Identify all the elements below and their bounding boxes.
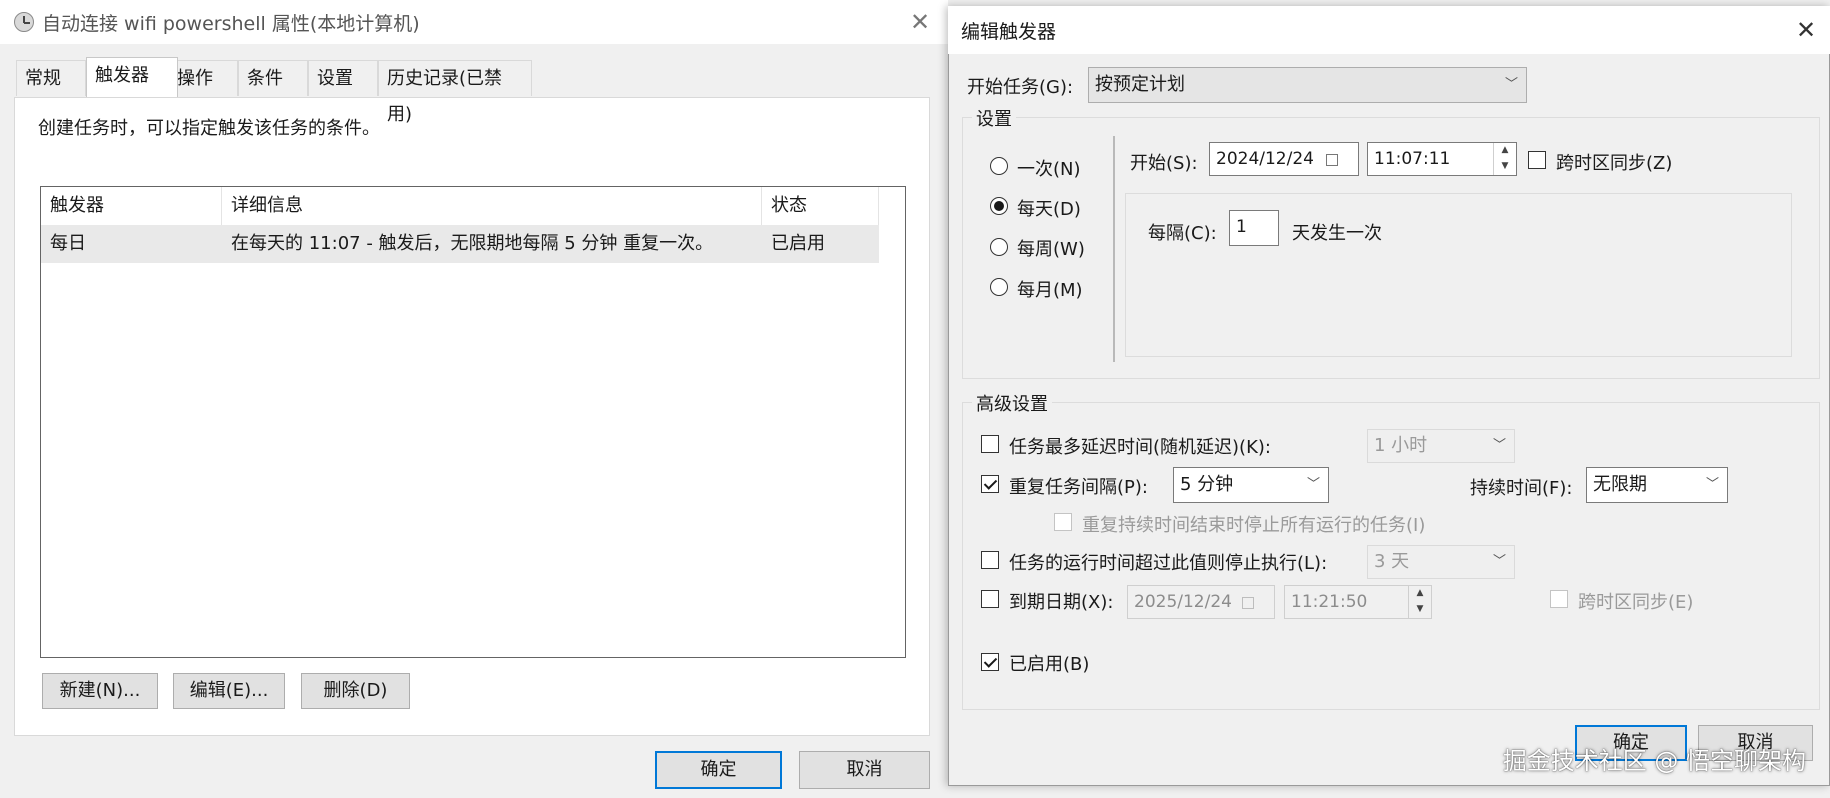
start-task-label: 开始任务(G): bbox=[967, 77, 1074, 98]
radio-once-label: 一次(N) bbox=[1017, 159, 1081, 180]
column-header-trigger[interactable]: 触发器 bbox=[41, 187, 222, 225]
duration-select[interactable]: 无限期 ﹀ bbox=[1586, 467, 1728, 503]
radio-daily[interactable] bbox=[990, 197, 1008, 215]
delay-select[interactable]: 1 小时 ﹀ bbox=[1367, 429, 1515, 463]
radio-weekly[interactable] bbox=[990, 238, 1008, 256]
column-header-status[interactable]: 状态 bbox=[762, 187, 879, 225]
column-header-details[interactable]: 详细信息 bbox=[222, 187, 762, 225]
advanced-group-title: 高级设置 bbox=[972, 390, 1052, 416]
expire-date-picker[interactable]: 2025/12/24 bbox=[1127, 585, 1275, 619]
expire-date-value: 2025/12/24 bbox=[1134, 592, 1232, 612]
edit-trigger-titlebar: 编辑触发器 ✕ bbox=[948, 6, 1830, 54]
watermark: 掘金技术社区 @ 悟空聊架构 bbox=[1502, 747, 1806, 775]
repeat-label: 重复任务间隔(P): bbox=[1009, 477, 1148, 498]
start-time-field[interactable]: 11:07:11 ▲ ▼ bbox=[1367, 142, 1517, 176]
chevron-down-icon: ﹀ bbox=[1705, 477, 1719, 492]
chevron-down-icon: ﹀ bbox=[1492, 554, 1506, 569]
sync-timezone-label: 跨时区同步(Z) bbox=[1556, 153, 1673, 174]
stop-all-label: 重复持续时间结束时停止所有运行的任务(I) bbox=[1082, 515, 1426, 536]
expire-label: 到期日期(X): bbox=[1009, 592, 1114, 613]
new-trigger-button[interactable]: 新建(N)... bbox=[42, 673, 158, 709]
cell-trigger: 每日 bbox=[50, 233, 86, 254]
stop-long-select[interactable]: 3 天 ﹀ bbox=[1367, 545, 1515, 579]
recurrence-panel bbox=[1125, 193, 1792, 357]
stop-all-checkbox[interactable] bbox=[1054, 513, 1072, 531]
expire-sync-label: 跨时区同步(E) bbox=[1578, 592, 1694, 613]
start-date-value: 2024/12/24 bbox=[1216, 149, 1314, 169]
start-label: 开始(S): bbox=[1130, 153, 1198, 174]
stop-long-value: 3 天 bbox=[1374, 551, 1410, 572]
task-properties-titlebar: 自动连接 wifi powershell 属性(本地计算机) ✕ bbox=[0, 0, 948, 44]
tab-conditions[interactable]: 条件 bbox=[238, 60, 308, 96]
repeat-checkbox[interactable] bbox=[981, 475, 999, 493]
start-task-value: 按预定计划 bbox=[1095, 74, 1185, 95]
delay-label: 任务最多延迟时间(随机延迟)(K): bbox=[1009, 437, 1271, 458]
cancel-button[interactable]: 取消 bbox=[799, 751, 930, 789]
tab-actions[interactable]: 操作 bbox=[168, 60, 238, 96]
duration-label: 持续时间(F): bbox=[1470, 478, 1573, 499]
calendar-icon[interactable] bbox=[1326, 154, 1338, 166]
tab-history[interactable]: 历史记录(已禁用) bbox=[378, 60, 532, 125]
start-date-picker[interactable]: 2024/12/24 bbox=[1209, 142, 1359, 176]
repeat-interval-value: 5 分钟 bbox=[1180, 474, 1234, 495]
edit-trigger-button[interactable]: 编辑(E)... bbox=[173, 673, 285, 709]
duration-value: 无限期 bbox=[1593, 474, 1647, 495]
enabled-label: 已启用(B) bbox=[1009, 654, 1090, 675]
chevron-down-icon: ﹀ bbox=[1492, 438, 1506, 453]
radio-monthly-label: 每月(M) bbox=[1017, 280, 1083, 301]
expire-checkbox[interactable] bbox=[981, 590, 999, 608]
expire-sync-checkbox[interactable] bbox=[1550, 590, 1568, 608]
every-days-input[interactable]: 1 bbox=[1229, 210, 1279, 246]
tab-triggers[interactable]: 触发器 bbox=[86, 57, 178, 97]
delete-trigger-button[interactable]: 删除(D) bbox=[301, 673, 410, 709]
radio-monthly[interactable] bbox=[990, 278, 1008, 296]
cell-details: 在每天的 11:07 - 触发后，无限期地每隔 5 分钟 重复一次。 bbox=[231, 233, 714, 254]
every-label: 每隔(C): bbox=[1148, 223, 1217, 244]
radio-once[interactable] bbox=[990, 157, 1008, 175]
chevron-down-icon: ﹀ bbox=[1306, 477, 1320, 492]
time-spinner[interactable]: ▲ ▼ bbox=[1408, 586, 1431, 618]
expire-time-field[interactable]: 11:21:50 ▲ ▼ bbox=[1284, 585, 1432, 619]
radio-weekly-label: 每周(W) bbox=[1017, 239, 1085, 260]
calendar-icon[interactable] bbox=[1242, 597, 1254, 609]
radio-daily-label: 每天(D) bbox=[1017, 199, 1081, 220]
repeat-interval-select[interactable]: 5 分钟 ﹀ bbox=[1173, 467, 1329, 503]
triggers-description: 创建任务时，可以指定触发该任务的条件。 bbox=[38, 118, 380, 139]
spin-up-icon[interactable]: ▲ bbox=[1409, 586, 1431, 602]
expire-time-value: 11:21:50 bbox=[1291, 592, 1368, 612]
stop-long-label: 任务的运行时间超过此值则停止执行(L): bbox=[1009, 553, 1328, 574]
spin-down-icon[interactable]: ▼ bbox=[1409, 602, 1431, 618]
ok-button[interactable]: 确定 bbox=[655, 751, 782, 789]
spin-down-icon[interactable]: ▼ bbox=[1494, 159, 1516, 175]
settings-group-title: 设置 bbox=[972, 105, 1016, 131]
window-title: 自动连接 wifi powershell 属性(本地计算机) bbox=[42, 13, 420, 35]
chevron-down-icon: ﹀ bbox=[1504, 77, 1518, 92]
cell-status: 已启用 bbox=[771, 233, 825, 254]
tab-general[interactable]: 常规 bbox=[16, 60, 86, 96]
triggers-list: 触发器 详细信息 状态 每日 在每天的 11:07 - 触发后，无限期地每隔 5… bbox=[40, 186, 906, 658]
delay-value: 1 小时 bbox=[1374, 435, 1428, 456]
enabled-checkbox[interactable] bbox=[981, 653, 999, 671]
clock-icon bbox=[14, 12, 34, 32]
every-days-suffix: 天发生一次 bbox=[1292, 223, 1382, 244]
start-task-select[interactable]: 按预定计划 ﹀ bbox=[1088, 67, 1527, 103]
close-icon[interactable]: ✕ bbox=[1796, 18, 1816, 42]
delay-checkbox[interactable] bbox=[981, 435, 999, 453]
start-time-value: 11:07:11 bbox=[1374, 149, 1451, 169]
vertical-divider bbox=[1113, 136, 1115, 362]
tab-settings[interactable]: 设置 bbox=[308, 60, 378, 96]
spin-up-icon[interactable]: ▲ bbox=[1494, 143, 1516, 159]
time-spinner[interactable]: ▲ ▼ bbox=[1493, 143, 1516, 175]
table-row[interactable]: 每日 在每天的 11:07 - 触发后，无限期地每隔 5 分钟 重复一次。 已启… bbox=[41, 225, 879, 263]
stop-long-checkbox[interactable] bbox=[981, 551, 999, 569]
close-icon[interactable]: ✕ bbox=[910, 10, 930, 34]
dialog-title: 编辑触发器 bbox=[961, 21, 1057, 43]
sync-timezone-checkbox[interactable] bbox=[1528, 151, 1546, 169]
